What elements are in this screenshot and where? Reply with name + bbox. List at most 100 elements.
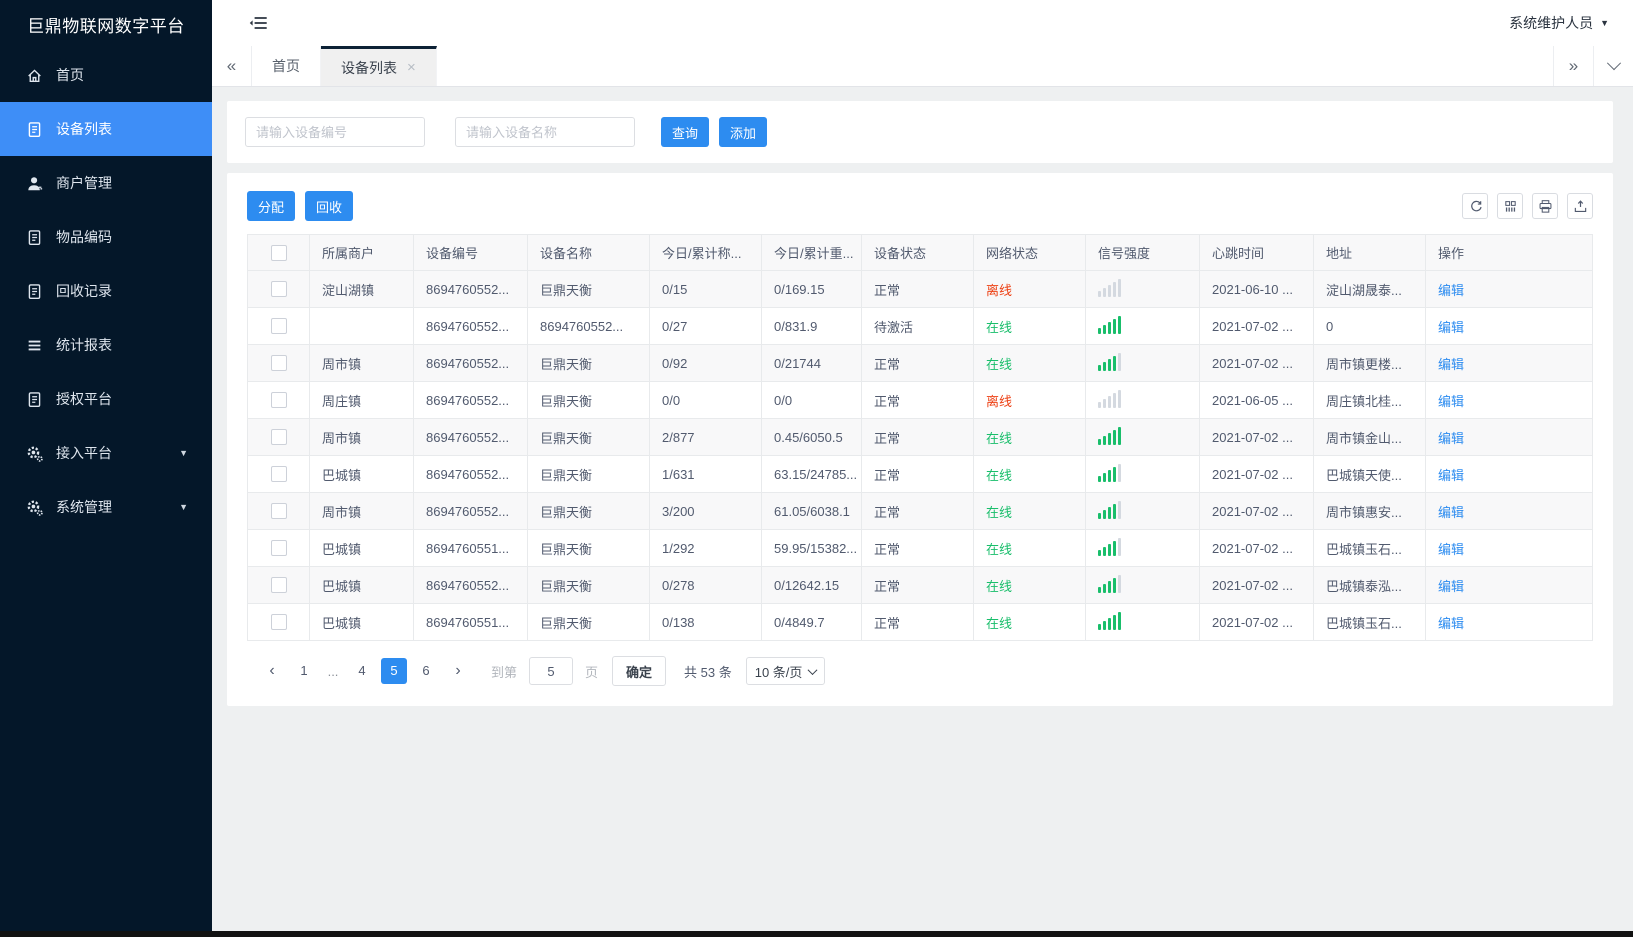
- cell-device-no: 8694760552...: [413, 566, 528, 604]
- print-button[interactable]: [1532, 193, 1558, 219]
- app-title: 巨鼎物联网数字平台: [27, 16, 185, 36]
- chevron-down-icon: [807, 664, 818, 675]
- cell-heartbeat: 2021-07-02 ...: [1199, 307, 1314, 345]
- select-all-checkbox[interactable]: [270, 244, 287, 261]
- goto-confirm-button[interactable]: 确定: [612, 656, 667, 686]
- cell-merchant: [309, 307, 414, 345]
- home-icon: [26, 67, 43, 84]
- row-checkbox[interactable]: [270, 392, 287, 409]
- refresh-button[interactable]: [1462, 193, 1488, 219]
- sidebar-item-item-code[interactable]: 物品编码: [0, 210, 212, 264]
- recycle-button[interactable]: 回收: [305, 191, 354, 221]
- page-1-button[interactable]: 1: [291, 658, 317, 684]
- cell-heartbeat: 2021-07-02 ...: [1199, 603, 1314, 641]
- device-name-input[interactable]: [455, 117, 635, 147]
- goto-page-input[interactable]: [529, 657, 574, 685]
- edit-link[interactable]: 编辑: [1438, 505, 1464, 520]
- sidebar-item-auth-platform[interactable]: 授权平台: [0, 372, 212, 426]
- scroll-tabs-right-button[interactable]: »: [1553, 46, 1593, 86]
- user-menu[interactable]: 系统维护人员 ▼: [1509, 13, 1609, 33]
- cell-today-weight: 0/831.9: [761, 307, 862, 345]
- edit-link[interactable]: 编辑: [1438, 431, 1464, 446]
- cell-today-count: 0/278: [649, 566, 762, 604]
- add-button[interactable]: 添加: [719, 117, 768, 147]
- page-4-button[interactable]: 4: [349, 658, 375, 684]
- refresh-icon: [1470, 200, 1482, 211]
- sidebar-item-reports[interactable]: 统计报表: [0, 318, 212, 372]
- cell-today-weight: 0/21744: [761, 344, 862, 382]
- col-signal: 信号强度: [1085, 234, 1200, 271]
- edit-link[interactable]: 编辑: [1438, 320, 1464, 335]
- cell-action: 编辑: [1425, 307, 1593, 345]
- cell-signal: [1085, 492, 1200, 530]
- sidebar-item-system-mgmt[interactable]: 系统管理 ▼: [0, 480, 212, 534]
- table-row: 周市镇 8694760552... 巨鼎天衡 2/877 0.45/6050.5…: [247, 418, 1593, 456]
- network-status-text: 离线: [986, 393, 1013, 409]
- col-today-weight: 今日/累计重...: [761, 234, 862, 271]
- cell-merchant: 巴城镇: [309, 455, 414, 493]
- access-platform-icon: [26, 445, 43, 462]
- col-device-no: 设备编号: [413, 234, 528, 271]
- topbar: 系统维护人员 ▼: [212, 0, 1633, 46]
- assign-button[interactable]: 分配: [247, 191, 296, 221]
- next-page-button[interactable]: ›: [445, 658, 471, 684]
- row-checkbox[interactable]: [270, 503, 287, 520]
- cell-device-status: 正常: [861, 270, 974, 308]
- page-size-select[interactable]: 10 条/页: [745, 657, 826, 685]
- row-checkbox[interactable]: [270, 466, 287, 483]
- device-no-input[interactable]: [245, 117, 425, 147]
- page-5-button-active[interactable]: 5: [381, 658, 407, 684]
- pagination: ‹ 1 ... 4 5 6 › 到第 页 确定 共 53 条 10 条/页: [247, 641, 1593, 690]
- sidebar-item-access-platform[interactable]: 接入平台 ▼: [0, 426, 212, 480]
- network-status-text: 在线: [986, 467, 1013, 483]
- edit-link[interactable]: 编辑: [1438, 542, 1464, 557]
- row-checkbox[interactable]: [270, 614, 287, 631]
- row-checkbox[interactable]: [270, 281, 287, 298]
- merchant-icon: [26, 175, 43, 192]
- scroll-tabs-left-button[interactable]: «: [212, 46, 252, 86]
- page-6-button[interactable]: 6: [413, 658, 439, 684]
- network-status-text: 在线: [986, 541, 1013, 557]
- cell-device-status: 正常: [861, 344, 974, 382]
- edit-link[interactable]: 编辑: [1438, 616, 1464, 631]
- network-status-text: 在线: [986, 319, 1013, 335]
- sidebar-item-device-list[interactable]: 设备列表: [0, 102, 212, 156]
- edit-link[interactable]: 编辑: [1438, 468, 1464, 483]
- cell-today-count: 1/631: [649, 455, 762, 493]
- sidebar-item-home[interactable]: 首页: [0, 48, 212, 102]
- prev-page-button[interactable]: ‹: [259, 658, 285, 684]
- col-address: 地址: [1313, 234, 1426, 271]
- row-checkbox[interactable]: [270, 429, 287, 446]
- sidebar-item-merchant[interactable]: 商户管理: [0, 156, 212, 210]
- row-checkbox[interactable]: [270, 355, 287, 372]
- export-button[interactable]: [1567, 193, 1593, 219]
- cell-device-status: 正常: [861, 603, 974, 641]
- tab-menu-button[interactable]: [1593, 46, 1633, 86]
- row-checkbox[interactable]: [270, 318, 287, 335]
- cell-action: 编辑: [1425, 418, 1593, 456]
- signal-strength-icon: [1098, 426, 1121, 445]
- close-tab-icon[interactable]: ×: [407, 60, 416, 75]
- tab-device-list[interactable]: 设备列表 ×: [321, 46, 437, 86]
- cell-network-status: 在线: [973, 307, 1086, 345]
- query-button[interactable]: 查询: [661, 117, 710, 147]
- device-list-icon: [26, 121, 43, 138]
- cell-address: 巴城镇泰泓...: [1313, 566, 1426, 604]
- row-checkbox[interactable]: [270, 577, 287, 594]
- row-checkbox[interactable]: [270, 540, 287, 557]
- collapse-sidebar-icon[interactable]: [248, 13, 270, 33]
- edit-link[interactable]: 编辑: [1438, 357, 1464, 372]
- edit-link[interactable]: 编辑: [1438, 283, 1464, 298]
- signal-strength-icon: [1098, 611, 1121, 630]
- cell-heartbeat: 2021-06-10 ...: [1199, 270, 1314, 308]
- cell-merchant: 淀山湖镇: [309, 270, 414, 308]
- column-settings-button[interactable]: [1497, 193, 1523, 219]
- sidebar-item-recycle-records[interactable]: 回收记录: [0, 264, 212, 318]
- cell-merchant: 周庄镇: [309, 381, 414, 419]
- device-table: 所属商户 设备编号 设备名称 今日/累计称... 今日/累计重... 设备状态 …: [247, 234, 1593, 641]
- edit-link[interactable]: 编辑: [1438, 394, 1464, 409]
- table-body: 淀山湖镇 8694760552... 巨鼎天衡 0/15 0/169.15 正常…: [247, 270, 1593, 641]
- cell-device-no: 8694760551...: [413, 603, 528, 641]
- tab-home[interactable]: 首页: [252, 46, 321, 86]
- edit-link[interactable]: 编辑: [1438, 579, 1464, 594]
